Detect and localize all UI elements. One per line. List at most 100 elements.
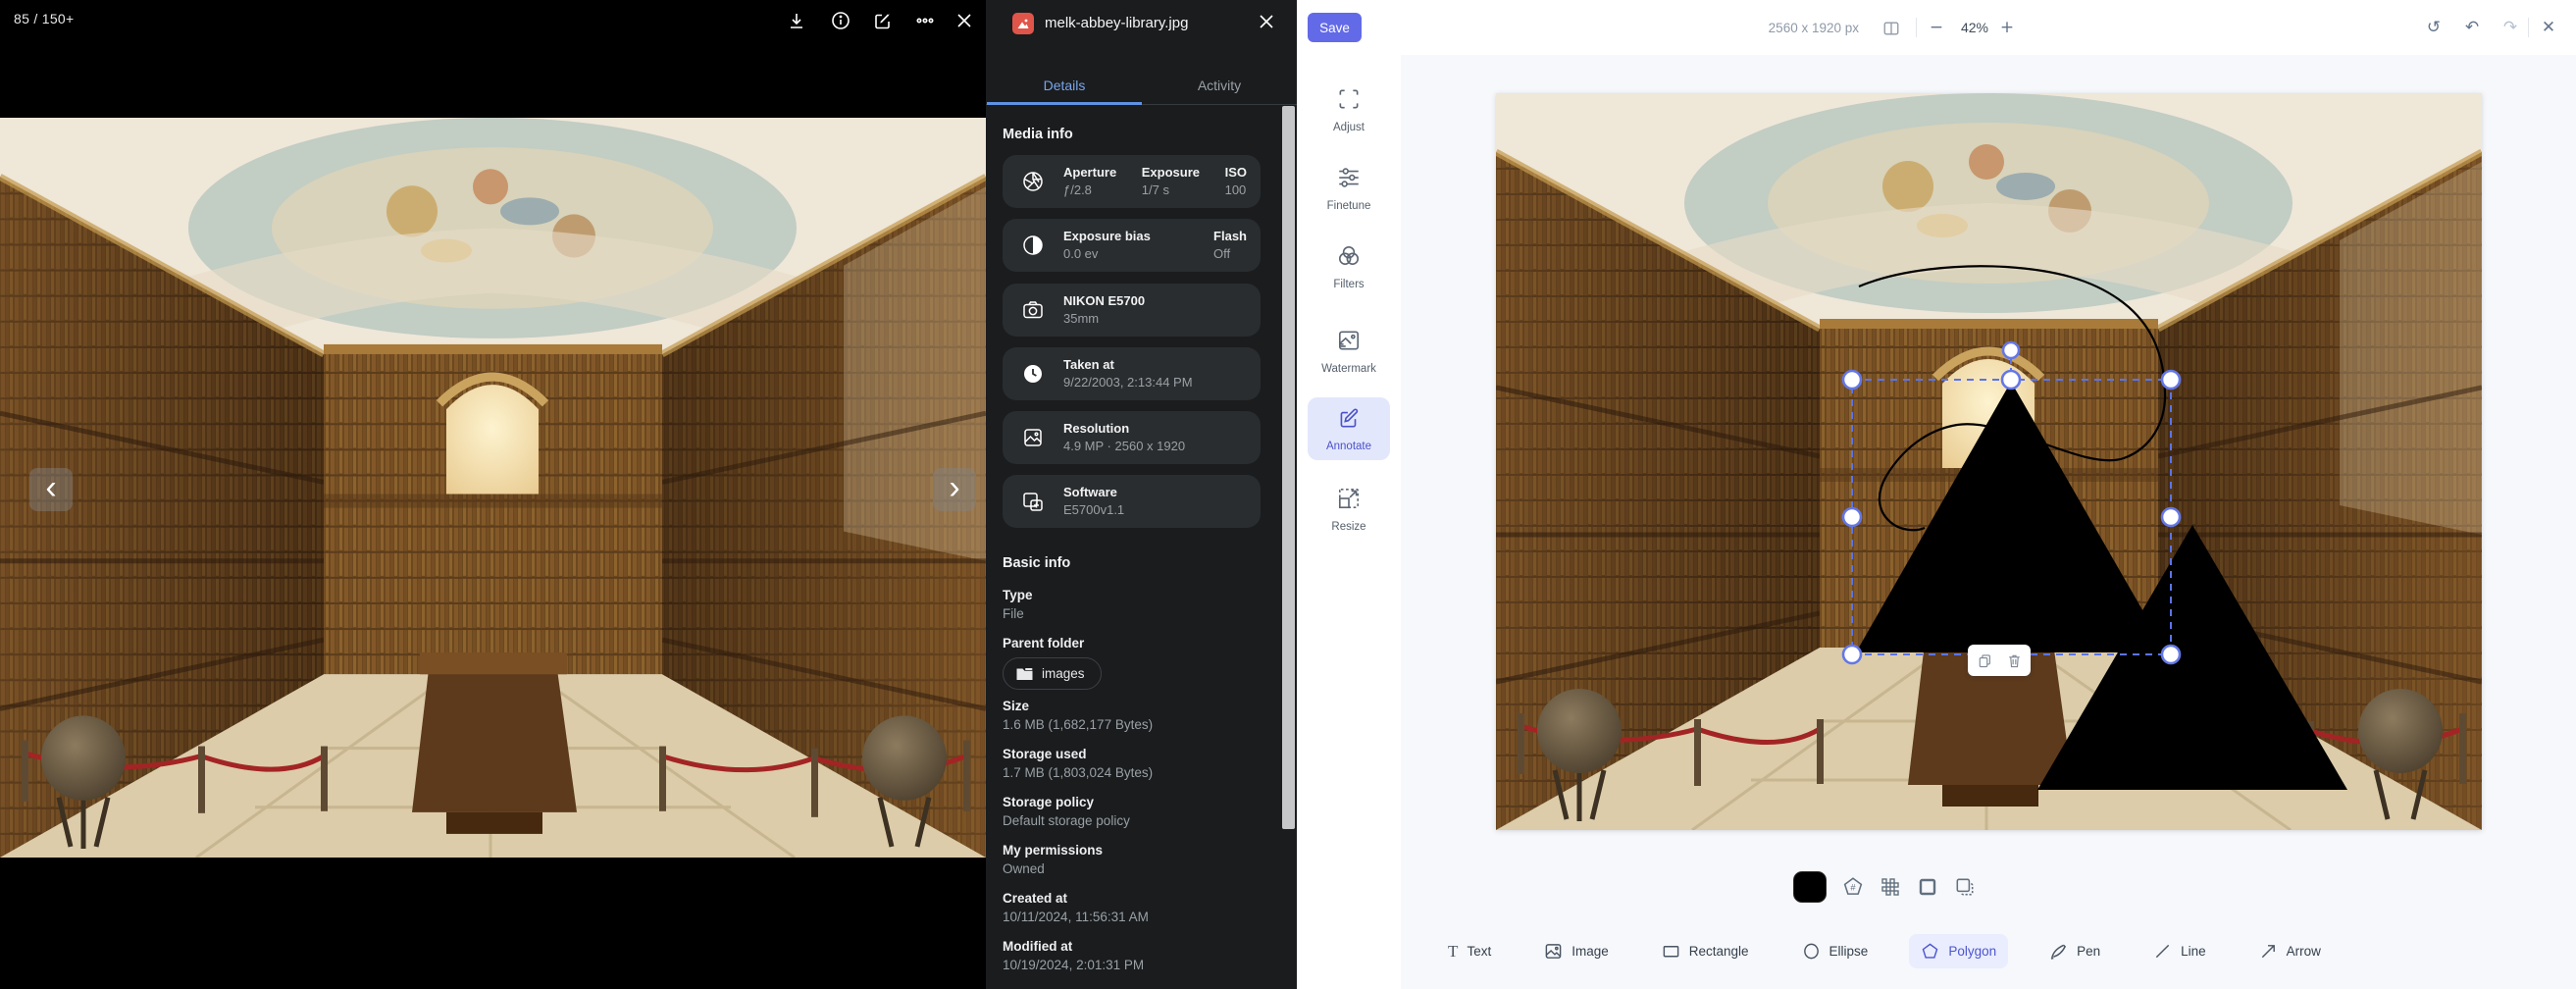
delete-shape-icon[interactable] <box>2007 653 2022 668</box>
details-scrollbar[interactable] <box>1282 106 1295 829</box>
rail-item-annotate[interactable]: Annotate <box>1308 397 1390 460</box>
resize-icon <box>1336 486 1362 511</box>
close-details-icon[interactable] <box>1257 12 1278 33</box>
tool-image[interactable]: Image <box>1532 934 1621 968</box>
tool-polygon[interactable]: Polygon <box>1909 934 2008 968</box>
created-at-label: Created at <box>1003 889 1261 908</box>
annotate-tools-row: T Text Image Rectangle Ellipse Polygon P… <box>1297 934 2472 968</box>
photo-viewer: 85 / 150+ ‹ › <box>0 0 986 989</box>
revert-icon[interactable]: ↺ <box>2422 17 2446 40</box>
iso-label: ISO <box>1225 164 1247 182</box>
rail-item-resize[interactable]: Resize <box>1297 486 1401 533</box>
created-at-value: 10/11/2024, 11:56:31 AM <box>1003 908 1261 926</box>
tool-line[interactable]: Line <box>2141 934 2218 968</box>
details-panel: melk-abbey-library.jpg Details Activity … <box>986 0 1297 989</box>
compare-icon[interactable] <box>1882 20 1900 42</box>
rail-item-filters[interactable]: Filters <box>1297 243 1401 290</box>
parent-folder-label: Parent folder <box>1003 634 1261 652</box>
media-info-heading: Media info <box>1003 127 1073 142</box>
field-created-at: Created at 10/11/2024, 11:56:31 AM <box>1003 889 1261 926</box>
camera-model-label: NIKON E5700 <box>1063 292 1145 310</box>
tool-ellipse[interactable]: Ellipse <box>1790 934 1880 968</box>
exposure-label: Exposure <box>1142 164 1200 182</box>
shape-style-row: # <box>1297 871 2472 903</box>
close-editor-icon[interactable]: ✕ <box>2537 17 2560 40</box>
tool-text[interactable]: T Text <box>1436 936 1503 967</box>
flash-label: Flash <box>1213 228 1247 245</box>
card-exposure-settings[interactable]: Aperture ƒ/2.8 Exposure 1/7 s ISO 100 <box>1003 155 1261 208</box>
size-label: Size <box>1003 697 1261 715</box>
previous-photo-button[interactable]: ‹ <box>29 468 73 511</box>
shape-mini-toolbar <box>1968 645 2031 676</box>
card-software[interactable]: Software E5700v1.1 <box>1003 475 1261 528</box>
image-dimensions: 2560 x 1920 px <box>1668 21 1859 35</box>
rail-item-adjust[interactable]: Adjust <box>1297 86 1401 133</box>
parent-folder-chip[interactable]: images <box>1003 657 1102 690</box>
ellipse-tool-icon <box>1802 942 1821 961</box>
tab-activity[interactable]: Activity <box>1142 69 1297 105</box>
annotation-layer[interactable] <box>1496 93 2482 830</box>
field-type: Type File <box>1003 586 1261 623</box>
redo-icon[interactable]: ↷ <box>2499 17 2522 40</box>
image-tool-icon <box>1544 942 1563 961</box>
duplicate-shape-icon[interactable] <box>1978 653 1992 668</box>
tool-rectangle[interactable]: Rectangle <box>1650 934 1761 968</box>
info-icon[interactable] <box>828 8 853 33</box>
taken-at-value: 9/22/2003, 2:13:44 PM <box>1063 374 1193 391</box>
polygon-tool-icon <box>1921 942 1939 961</box>
rail-item-finetune[interactable]: Finetune <box>1297 165 1401 212</box>
tool-pen[interactable]: Pen <box>2037 934 2112 968</box>
card-resolution[interactable]: Resolution 4.9 MP · 2560 x 1920 <box>1003 411 1261 464</box>
color-picker-icon[interactable]: # <box>1842 876 1864 898</box>
rail-item-watermark[interactable]: Watermark <box>1297 328 1401 375</box>
modified-at-label: Modified at <box>1003 937 1261 956</box>
card-taken-at[interactable]: Taken at 9/22/2003, 2:13:44 PM <box>1003 347 1261 400</box>
aperture-value: ƒ/2.8 <box>1063 182 1116 199</box>
tab-details[interactable]: Details <box>987 69 1142 105</box>
handle-mid-left <box>1843 508 1861 526</box>
rotate-handle <box>2003 342 2019 358</box>
taken-at-label: Taken at <box>1063 356 1193 374</box>
zoom-out-icon[interactable]: − <box>1925 17 1948 40</box>
aperture-icon <box>1003 170 1063 193</box>
toolbar-divider <box>1916 18 1917 37</box>
zoom-in-icon[interactable]: + <box>1995 17 2019 40</box>
line-tool-icon <box>2153 942 2172 961</box>
stroke-outline-icon[interactable] <box>1917 876 1938 898</box>
undo-icon[interactable]: ↶ <box>2460 17 2484 40</box>
pen-tool-icon <box>2049 942 2068 961</box>
resolution-value: 4.9 MP · 2560 x 1920 <box>1063 438 1185 455</box>
fill-color-swatch-black[interactable] <box>1793 871 1827 903</box>
modified-at-value: 10/19/2024, 2:01:31 PM <box>1003 956 1261 974</box>
type-value: File <box>1003 604 1261 623</box>
card-camera[interactable]: NIKON E5700 35mm <box>1003 284 1261 337</box>
field-permissions: My permissions Owned <box>1003 841 1261 878</box>
card-exposure-bias[interactable]: Exposure bias 0.0 ev Flash Off <box>1003 219 1261 272</box>
field-size: Size 1.6 MB (1,682,177 Bytes) <box>1003 697 1261 734</box>
handle-bottom-left <box>1843 646 1861 663</box>
tool-arrow[interactable]: Arrow <box>2247 934 2333 968</box>
details-header: melk-abbey-library.jpg <box>986 0 1297 59</box>
edit-icon[interactable] <box>870 8 896 33</box>
save-button[interactable]: Save <box>1308 13 1362 42</box>
next-photo-button[interactable]: › <box>933 468 976 511</box>
crop-icon <box>1336 86 1362 112</box>
storage-used-label: Storage used <box>1003 745 1261 763</box>
field-storage-policy: Storage policy Default storage policy <box>1003 793 1261 830</box>
handle-top-center <box>2002 371 2020 389</box>
exposure-bias-label: Exposure bias <box>1063 228 1151 245</box>
zoom-level: 42% <box>1952 20 1997 35</box>
transparent-fill-icon[interactable] <box>1880 876 1901 898</box>
handle-mid-right <box>2162 508 2180 526</box>
camera-lens-value: 35mm <box>1063 310 1145 328</box>
close-icon[interactable] <box>952 8 977 33</box>
exposure-bias-icon <box>1003 234 1063 257</box>
download-icon[interactable] <box>784 8 809 33</box>
clock-icon <box>1003 362 1063 386</box>
handle-top-right <box>2162 371 2180 389</box>
iso-value: 100 <box>1225 182 1247 199</box>
toolbar-divider-2 <box>2528 18 2529 37</box>
shadow-style-icon[interactable] <box>1954 876 1976 898</box>
aperture-label: Aperture <box>1063 164 1116 182</box>
more-icon[interactable] <box>912 8 938 33</box>
